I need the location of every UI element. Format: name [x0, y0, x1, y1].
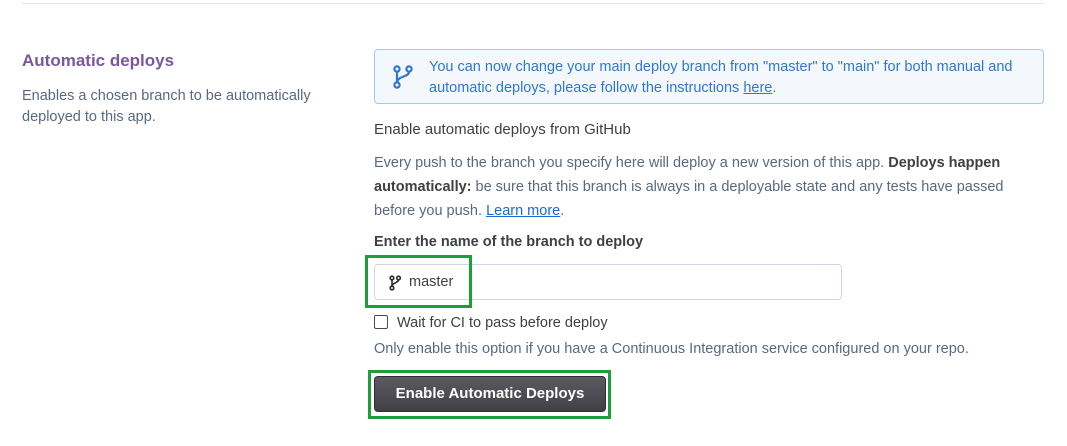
branch-name-input[interactable] — [409, 265, 829, 299]
instructions-link[interactable]: here — [743, 80, 772, 96]
notice-text: You can now change your main deploy bran… — [429, 59, 1013, 96]
section-title: Automatic deploys — [22, 51, 175, 70]
ci-help-text: Only enable this option if you have a Co… — [374, 341, 969, 357]
branch-icon — [389, 275, 402, 296]
auto-deploy-panel: You can now change your main deploy bran… — [365, 49, 1044, 419]
branch-field[interactable] — [374, 264, 842, 300]
branch-field-label: Enter the name of the branch to deploy — [374, 234, 644, 250]
enable-automatic-deploys-button[interactable]: Enable Automatic Deploys — [374, 376, 606, 412]
wait-for-ci-checkbox[interactable] — [374, 315, 388, 329]
main-branch-notice: You can now change your main deploy bran… — [374, 49, 1044, 104]
section-description: Enables a chosen branch to be automatica… — [22, 88, 311, 125]
auto-deploy-heading: Enable automatic deploys from GitHub — [374, 121, 631, 138]
section-header: Automatic deploys Enables a chosen branc… — [22, 50, 342, 128]
auto-deploy-description: Every push to the branch you specify her… — [374, 155, 1004, 219]
section-divider — [22, 3, 1044, 4]
learn-more-link[interactable]: Learn more — [486, 203, 560, 219]
wait-for-ci-label[interactable]: Wait for CI to pass before deploy — [397, 315, 608, 331]
branch-icon — [392, 64, 414, 95]
